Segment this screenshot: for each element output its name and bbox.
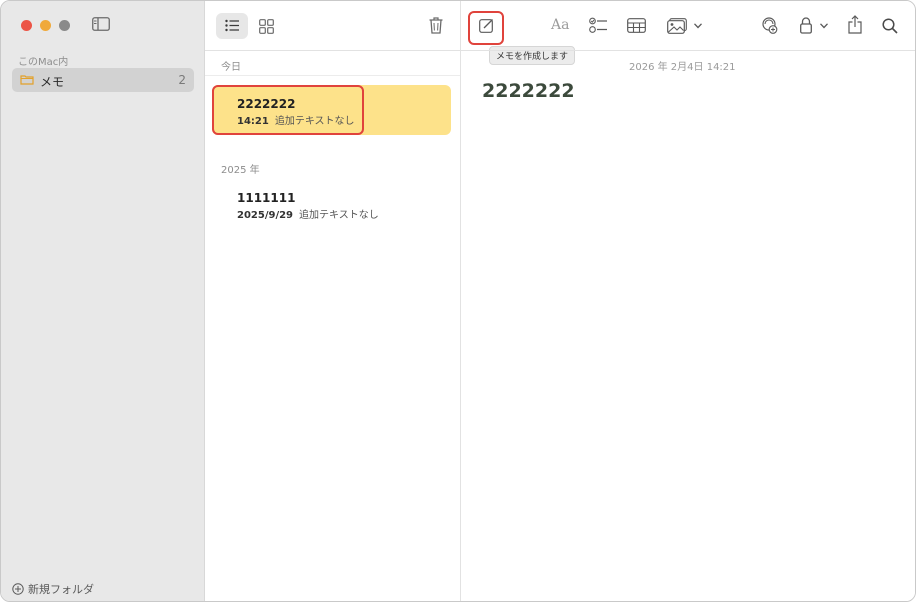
highlight-annotation-compose <box>468 11 504 45</box>
plus-circle-icon <box>12 583 24 595</box>
close-window-button[interactable] <box>21 20 32 31</box>
new-folder-label: 新規フォルダ <box>28 583 94 596</box>
lock-icon[interactable] <box>800 17 812 34</box>
trash-icon[interactable] <box>429 17 443 34</box>
list-view-icon <box>225 19 239 32</box>
table-icon[interactable] <box>627 18 646 33</box>
toolbar-divider <box>205 50 460 51</box>
highlight-annotation-note <box>212 85 364 135</box>
group-label-today: 今日 <box>221 62 241 73</box>
group-label-2025: 2025 年 <box>221 165 260 176</box>
chevron-down-icon[interactable] <box>694 23 702 29</box>
note-preview: 追加テキストなし <box>299 210 379 221</box>
note-subtitle: 2025/9/29 追加テキストなし <box>237 206 379 221</box>
folder-count: 2 <box>178 73 186 87</box>
group-divider <box>205 75 460 76</box>
zoom-window-button[interactable] <box>59 20 70 31</box>
list-view-button[interactable] <box>216 13 248 39</box>
sidebar: このMac内 メモ 2 新規フォルダ <box>1 1 205 601</box>
new-folder-button[interactable]: 新規フォルダ <box>12 581 94 597</box>
note-list: 今日 2222222 14:21 追加テキストなし 2025 年 1111111 … <box>205 1 461 601</box>
search-icon[interactable] <box>882 18 898 34</box>
note-timestamp: 2026 年 2月4日 14:21 <box>629 62 736 73</box>
collaborate-icon[interactable] <box>760 17 779 34</box>
note-editor: メモを作成します Aa 2026 年 2月4日 14:21 2222222 <box>461 1 915 601</box>
note-date: 2025/9/29 <box>237 210 294 221</box>
section-label-on-my-mac: このMac内 <box>18 57 69 68</box>
toolbar-divider <box>461 50 915 51</box>
sidebar-folder-notes[interactable]: メモ 2 <box>12 68 194 92</box>
note-list-item[interactable]: 1111111 2025/9/29 追加テキストなし <box>212 179 451 229</box>
sidebar-toggle-icon[interactable] <box>92 17 110 31</box>
note-body-heading[interactable]: 2222222 <box>482 80 575 102</box>
note-title: 1111111 <box>237 191 296 205</box>
gallery-view-icon[interactable] <box>259 19 274 34</box>
folder-icon <box>20 75 34 85</box>
chevron-down-icon[interactable] <box>820 23 828 29</box>
notes-window: このMac内 メモ 2 新規フォルダ 今日 2222222 14:21 追加テキ… <box>0 0 916 602</box>
media-icon[interactable] <box>667 18 687 34</box>
minimize-window-button[interactable] <box>40 20 51 31</box>
share-icon[interactable] <box>848 15 862 34</box>
checklist-icon[interactable] <box>589 17 608 34</box>
compose-tooltip: メモを作成します <box>489 46 576 65</box>
folder-name: メモ <box>40 75 65 89</box>
format-icon[interactable]: Aa <box>551 17 569 33</box>
